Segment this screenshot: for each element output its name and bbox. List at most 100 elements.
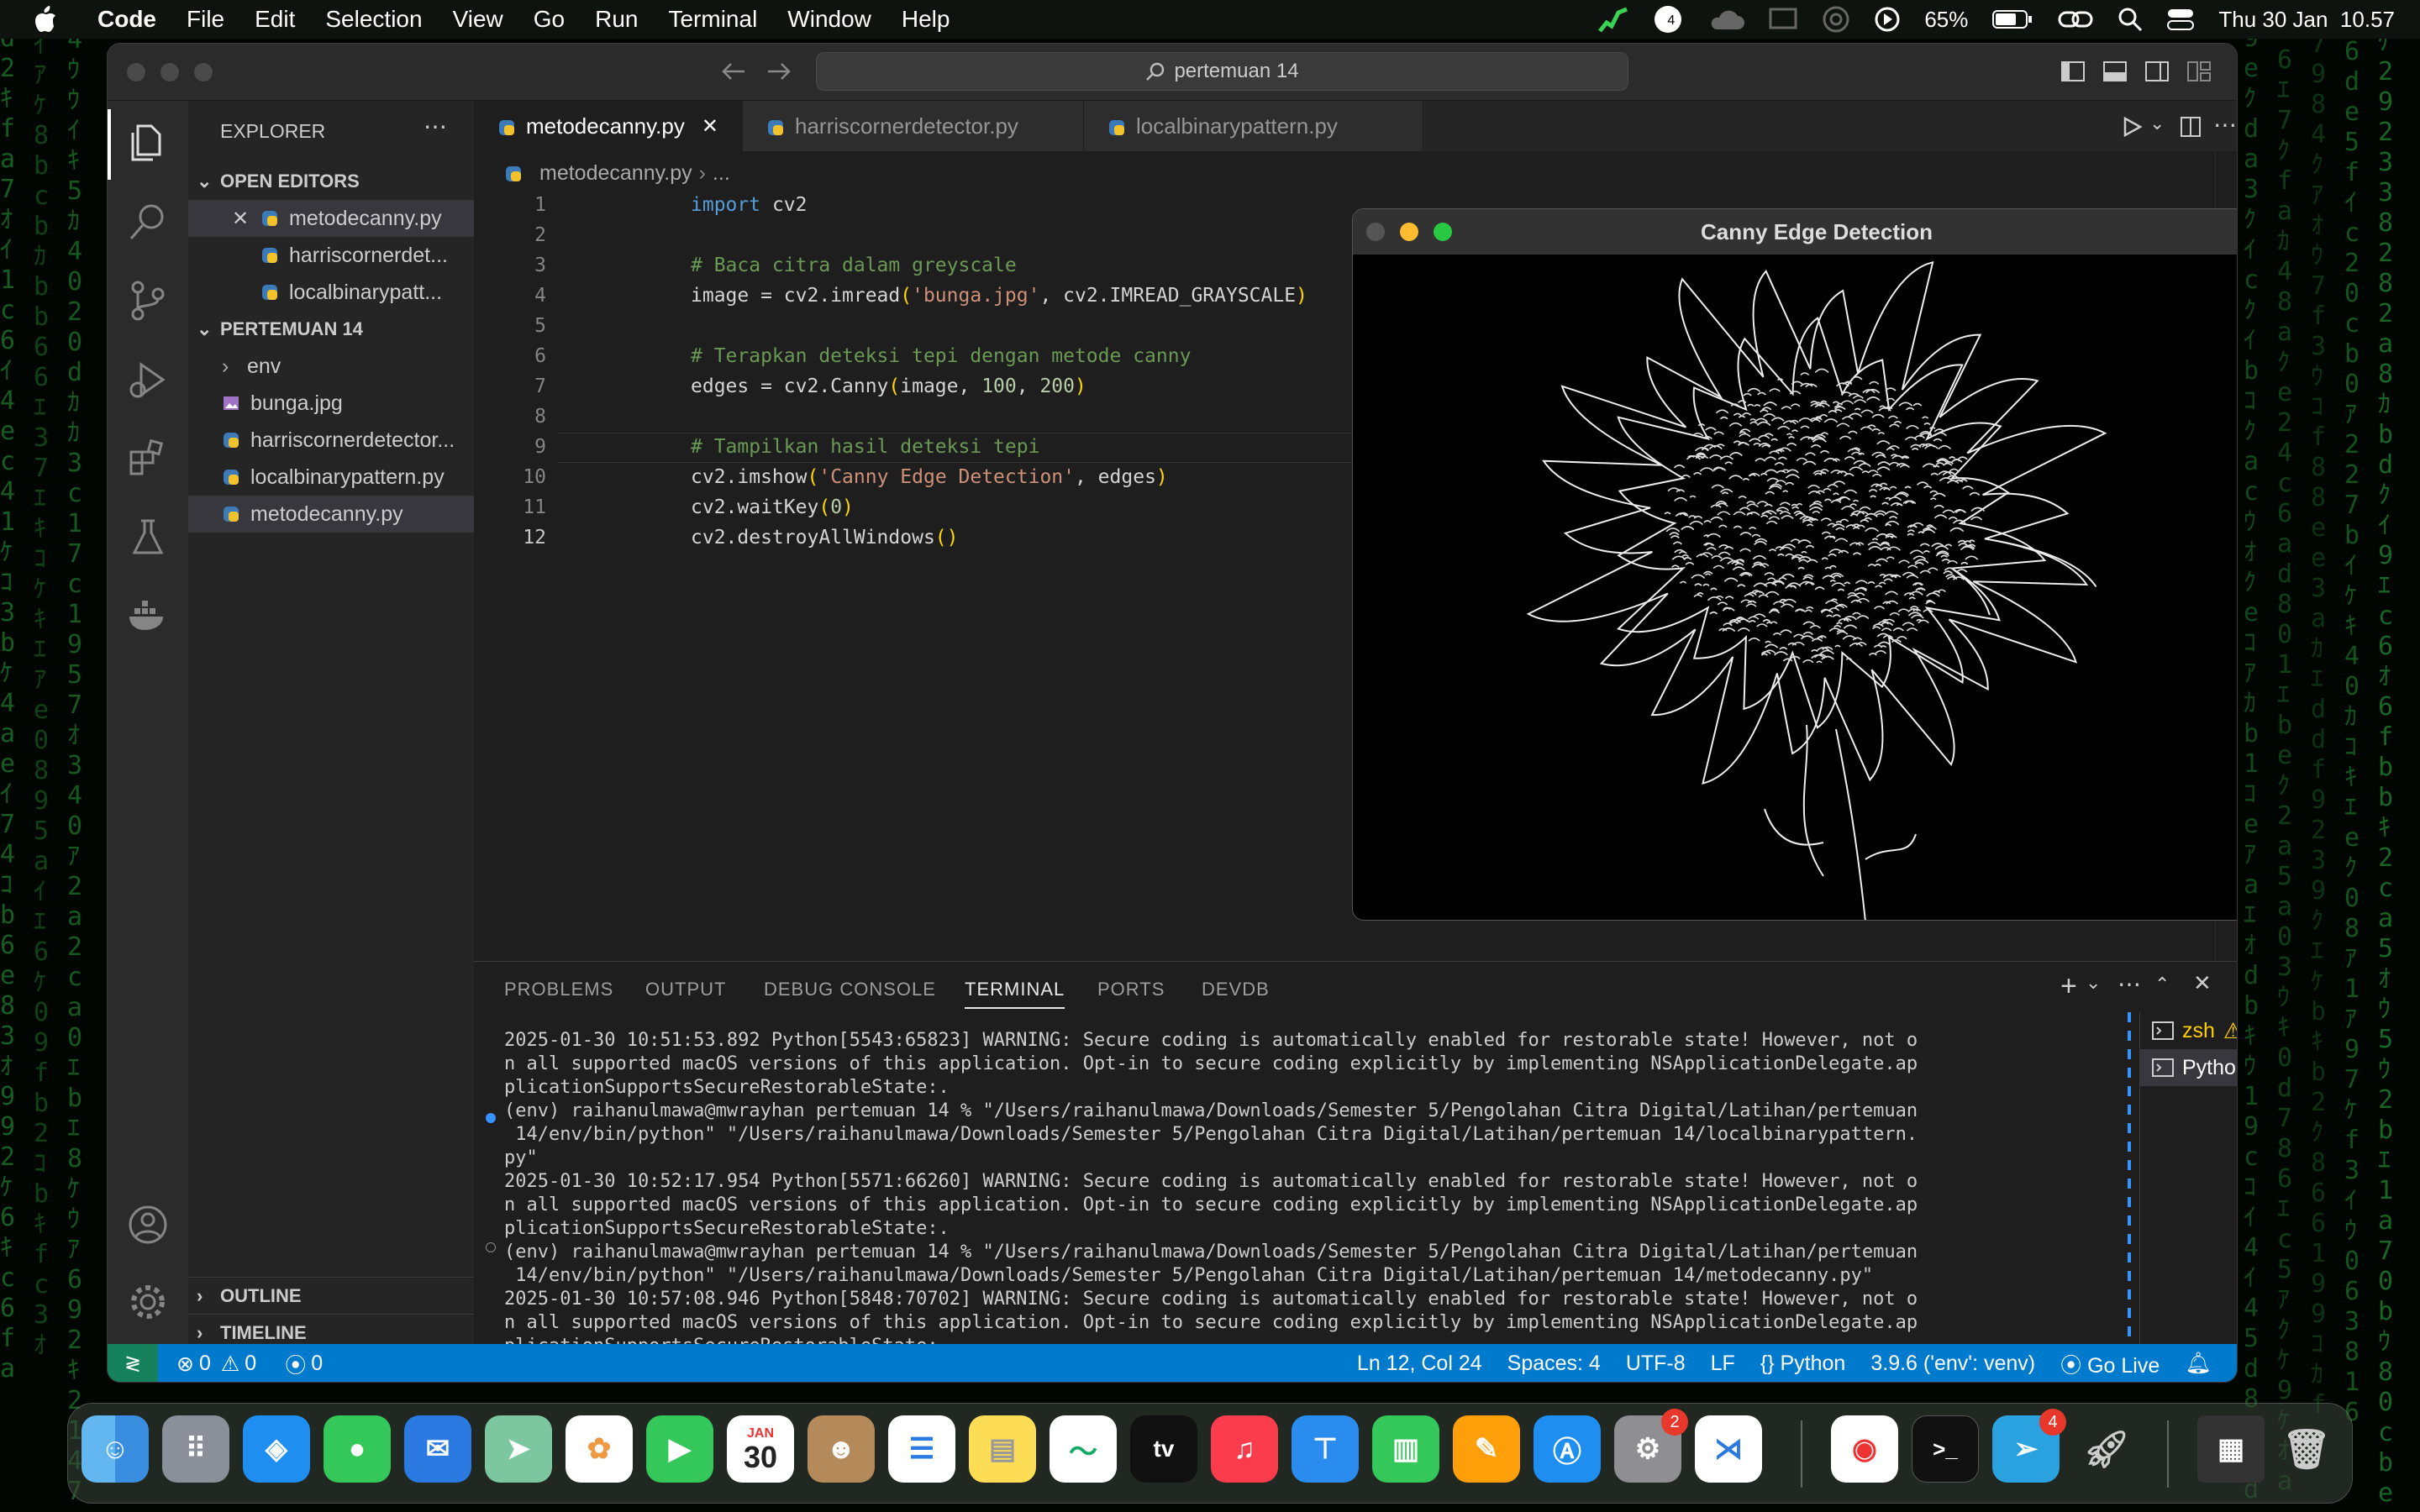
close-panel-icon[interactable]: ✕: [2193, 970, 2212, 996]
end-of-line[interactable]: LF: [1711, 1352, 1735, 1376]
photos-icon[interactable]: ✿: [566, 1415, 633, 1483]
menu-app-name[interactable]: Code: [82, 6, 171, 33]
finder-icon[interactable]: ☺: [82, 1415, 149, 1483]
apple-tv-icon[interactable]: tv: [1130, 1415, 1197, 1483]
terminal-output[interactable]: 2025-01-30 10:51:53.892 Python[5543:6582…: [504, 1029, 1918, 1382]
cursor-position[interactable]: Ln 12, Col 24: [1357, 1352, 1482, 1376]
file-item[interactable]: harriscornerdetector...: [188, 422, 474, 459]
activity-monitor-icon[interactable]: [1598, 6, 1628, 33]
command-center-search[interactable]: pertemuan 14: [816, 52, 1628, 91]
keynote-icon[interactable]: ⊤: [1292, 1415, 1359, 1483]
python-interpreter[interactable]: 3.9.6 ('env': venv): [1870, 1352, 2035, 1376]
more-actions-icon[interactable]: ⋯: [424, 113, 447, 140]
terminal-item-zsh[interactable]: zsh ⚠: [2140, 1012, 2237, 1049]
breadcrumb-symbol[interactable]: ...: [713, 161, 730, 186]
maximize-window-button[interactable]: [194, 63, 213, 81]
split-editor-icon[interactable]: [2180, 116, 2202, 138]
file-encoding[interactable]: UTF-8: [1626, 1352, 1686, 1376]
toggle-panel-icon[interactable]: [2102, 60, 2128, 82]
language-mode[interactable]: {} Python: [1760, 1352, 1846, 1376]
menu-view[interactable]: View: [438, 6, 518, 33]
toggle-secondary-sidebar-icon[interactable]: [2144, 60, 2170, 82]
app-store-icon[interactable]: Ⓐ: [1534, 1415, 1601, 1483]
display-icon[interactable]: [1768, 7, 1798, 32]
run-file-icon[interactable]: [2121, 116, 2143, 138]
open-editor-item[interactable]: localbinarypatt...: [188, 274, 474, 311]
play-circle-icon[interactable]: [1874, 6, 1901, 33]
code-editor[interactable]: import cv2 # Baca citra dalam greyscale i…: [691, 190, 1307, 553]
file-item[interactable]: bunga.jpg: [188, 385, 474, 422]
airplay-icon[interactable]: [1822, 5, 1850, 34]
launchpad-icon[interactable]: ⠿: [162, 1415, 229, 1483]
toggle-sidebar-icon[interactable]: [2060, 60, 2086, 82]
forward-arrow-icon[interactable]: [766, 60, 792, 82]
close-icon[interactable]: ✕: [232, 207, 260, 231]
tab-devdb[interactable]: DEVDB: [1202, 979, 1270, 1000]
maximize-window-button[interactable]: [1434, 223, 1452, 241]
maps-icon[interactable]: ➤: [485, 1415, 552, 1483]
reminders-icon[interactable]: ☰: [888, 1415, 955, 1483]
back-arrow-icon[interactable]: [721, 60, 746, 82]
tab-harriscornerdetector[interactable]: harriscornerdetector.py: [743, 101, 1084, 151]
notes-icon[interactable]: ▤: [969, 1415, 1036, 1483]
tab-ports[interactable]: PORTS: [1097, 979, 1165, 1000]
contacts-icon[interactable]: ☻: [808, 1415, 875, 1483]
music-icon[interactable]: ♫: [1211, 1415, 1278, 1483]
freeform-icon[interactable]: 〜: [1050, 1415, 1117, 1483]
vscode-icon[interactable]: ⋊: [1695, 1415, 1762, 1483]
folder-section[interactable]: ⌄ PERTEMUAN 14: [188, 311, 474, 348]
canny-output-window[interactable]: Canny Edge Detection: [1352, 208, 2237, 921]
docker-icon[interactable]: [126, 595, 170, 638]
menu-run[interactable]: Run: [580, 6, 653, 33]
clock[interactable]: Thu 30 Jan 10.57: [2218, 7, 2395, 33]
numbers-icon[interactable]: ▥: [1372, 1415, 1439, 1483]
menu-terminal[interactable]: Terminal: [653, 6, 772, 33]
control-center-icon[interactable]: [2166, 7, 2195, 32]
terminal-app-icon[interactable]: >_: [1912, 1415, 1979, 1483]
safari-icon[interactable]: ◈: [243, 1415, 310, 1483]
terminal-item-python[interactable]: Python: [2140, 1049, 2237, 1086]
open-editors-section[interactable]: ⌄ OPEN EDITORS: [188, 163, 474, 200]
go-live-button[interactable]: ⦿ Go Live: [2060, 1349, 2160, 1379]
remote-icon[interactable]: ≷: [108, 1344, 158, 1382]
new-terminal-icon[interactable]: +: [2060, 970, 2077, 1003]
canny-window-titlebar[interactable]: Canny Edge Detection: [1353, 209, 2237, 255]
close-window-button[interactable]: [1366, 223, 1385, 241]
maximize-panel-icon[interactable]: ⌃: [2154, 974, 2170, 995]
close-tab-icon[interactable]: ✕: [702, 114, 718, 139]
messages-icon[interactable]: ●: [324, 1415, 391, 1483]
errors-icon[interactable]: ⊗: [176, 1352, 194, 1377]
warning-icon[interactable]: ⚠: [221, 1352, 239, 1377]
link-icon[interactable]: [2057, 8, 2094, 31]
tab-localbinarypattern[interactable]: localbinarypattern.py: [1084, 101, 1423, 151]
ports-icon[interactable]: ⦿: [285, 1349, 306, 1379]
tab-terminal[interactable]: TERMINAL: [965, 979, 1065, 1009]
breadcrumb-file[interactable]: metodecanny.py: [539, 161, 692, 186]
tab-output[interactable]: OUTPUT: [645, 979, 726, 1000]
tab-metodecanny[interactable]: metodecanny.py ✕: [474, 101, 743, 151]
open-editor-item[interactable]: ✕ metodecanny.py: [188, 200, 474, 237]
battery-icon[interactable]: [1991, 8, 2033, 30]
indentation[interactable]: Spaces: 4: [1507, 1352, 1601, 1376]
folder-item-env[interactable]: › env: [188, 348, 474, 385]
tab-problems[interactable]: PROBLEMS: [504, 979, 613, 1000]
run-debug-icon[interactable]: [126, 358, 170, 402]
search-icon[interactable]: [126, 200, 170, 244]
menu-go[interactable]: Go: [518, 6, 580, 33]
accounts-icon[interactable]: [126, 1203, 170, 1247]
testing-icon[interactable]: [126, 516, 170, 559]
more-actions-icon[interactable]: ⋯: [2118, 970, 2141, 998]
minimize-window-button[interactable]: [160, 63, 179, 81]
cloud-icon[interactable]: [1707, 8, 1745, 31]
chrome-icon[interactable]: ◉: [1831, 1415, 1898, 1483]
system-settings-icon[interactable]: ⚙ 2: [1614, 1409, 1688, 1483]
explorer-icon[interactable]: [126, 121, 170, 165]
menu-window[interactable]: Window: [772, 6, 886, 33]
customize-layout-icon[interactable]: [2186, 60, 2212, 82]
trash-icon[interactable]: 🗑︎: [2273, 1415, 2340, 1483]
terminal-scrollbar[interactable]: [2128, 1012, 2131, 1340]
mail-icon[interactable]: ✉: [404, 1415, 471, 1483]
source-control-icon[interactable]: [126, 279, 170, 323]
calendar-icon[interactable]: JAN 30: [727, 1415, 794, 1483]
menu-edit[interactable]: Edit: [239, 6, 310, 33]
